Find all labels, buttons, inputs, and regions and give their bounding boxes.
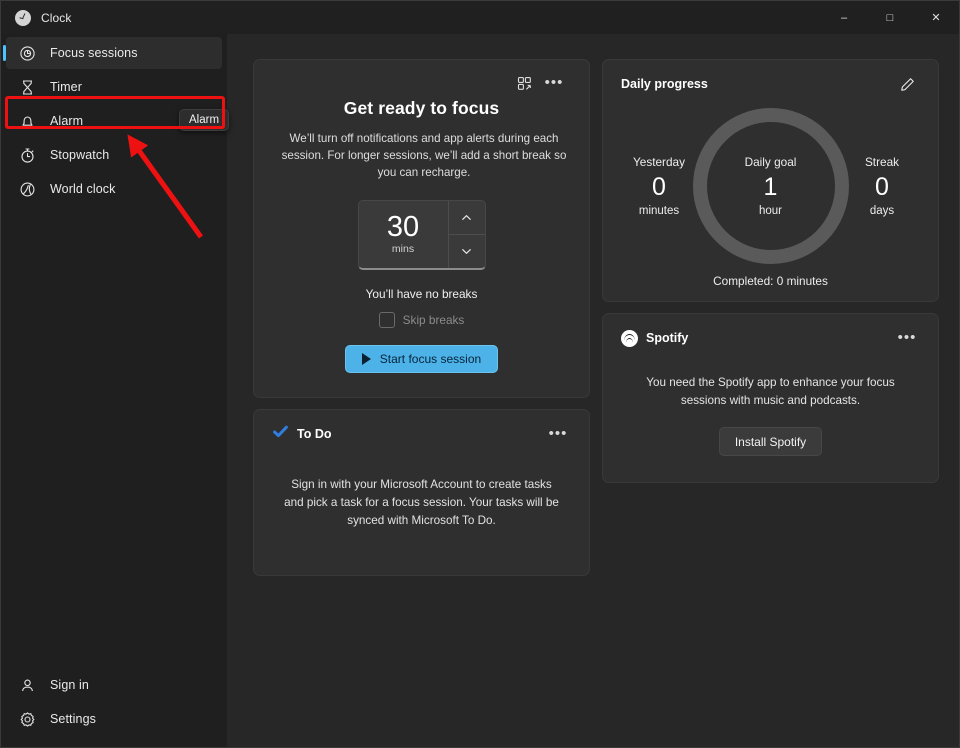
- sidebar-item-label: Settings: [50, 712, 96, 726]
- progress-card-header: Daily progress: [621, 72, 920, 96]
- stopwatch-icon: [19, 147, 36, 164]
- window-controls: – □ ✕: [821, 1, 959, 34]
- sidebar-item-sign-in[interactable]: Sign in: [6, 669, 222, 701]
- progress-card-title: Daily progress: [621, 77, 708, 91]
- progress-stats-row: Yesterday 0 minutes Daily goal 1 hour St…: [621, 106, 920, 266]
- duration-value-box[interactable]: 30 mins: [359, 201, 448, 268]
- sidebar-item-label: Stopwatch: [50, 148, 110, 162]
- skip-breaks-row[interactable]: Skip breaks: [276, 312, 567, 328]
- spotify-card-body: You need the Spotify app to enhance your…: [646, 376, 895, 407]
- minimize-button[interactable]: –: [821, 1, 867, 34]
- duration-value: 30: [386, 211, 420, 243]
- focus-session-card: ••• Get ready to focus We’ll turn off no…: [253, 59, 590, 398]
- stat-unit: minutes: [638, 205, 680, 217]
- sidebar-item-label: World clock: [50, 182, 116, 196]
- stat-value: 1: [763, 173, 778, 201]
- close-button[interactable]: ✕: [913, 1, 959, 34]
- stat-yesterday: Yesterday 0 minutes: [621, 155, 697, 217]
- stat-value: 0: [652, 173, 666, 201]
- focus-card-toolbar: •••: [276, 70, 567, 96]
- install-spotify-button[interactable]: Install Spotify: [718, 427, 823, 456]
- todo-card: To Do ••• Sign in with your Microsoft Ac…: [253, 409, 590, 576]
- gear-icon: [19, 711, 36, 728]
- sidebar-item-stopwatch[interactable]: Stopwatch: [6, 139, 222, 171]
- more-options-icon[interactable]: •••: [545, 422, 571, 446]
- start-button-wrap: Start focus session: [276, 345, 567, 373]
- sidebar-item-label: Focus sessions: [50, 46, 138, 60]
- nav-secondary-list: Sign in Settings: [1, 667, 227, 747]
- skip-breaks-label: Skip breaks: [402, 313, 465, 327]
- stat-label: Daily goal: [744, 155, 797, 169]
- daily-goal-text: Daily goal 1 hour: [745, 155, 797, 217]
- skip-breaks-checkbox[interactable]: [378, 312, 395, 328]
- maximize-button[interactable]: □: [867, 1, 913, 34]
- duration-spinner-wrap: 30 mins: [276, 200, 567, 270]
- stat-label: Streak: [864, 155, 900, 169]
- stat-value: 0: [875, 173, 889, 201]
- breaks-status-text: You’ll have no breaks: [365, 287, 478, 301]
- daily-progress-card: Daily progress Yesterday 0 minutes Daily…: [602, 59, 939, 302]
- todo-card-body: Sign in with your Microsoft Account to c…: [284, 478, 559, 527]
- sidebar-item-label: Alarm: [50, 114, 84, 128]
- world-clock-icon: [19, 181, 36, 198]
- spotify-card-title: Spotify: [646, 331, 689, 345]
- sidebar-item-timer[interactable]: Timer: [6, 71, 222, 103]
- more-options-icon[interactable]: •••: [541, 71, 567, 95]
- chevron-up-icon[interactable]: [448, 201, 485, 235]
- sidebar-item-world-clock[interactable]: World clock: [6, 173, 222, 205]
- app-title: Clock: [41, 10, 72, 25]
- app-body: Focus sessions Timer Alarm Stopwatch Wor…: [1, 34, 959, 747]
- sidebar-item-focus-sessions[interactable]: Focus sessions: [6, 37, 222, 69]
- spotify-logo-icon: [621, 329, 638, 347]
- spotify-card: Spotify ••• You need the Spotify app to …: [602, 313, 939, 483]
- focus-card-title: Get ready to focus: [343, 98, 500, 118]
- alarm-tooltip: Alarm: [179, 109, 230, 131]
- right-column: Daily progress Yesterday 0 minutes Daily…: [602, 59, 939, 483]
- more-options-icon[interactable]: •••: [894, 326, 920, 350]
- duration-stepper[interactable]: 30 mins: [357, 200, 486, 270]
- stat-label: Yesterday: [632, 155, 686, 169]
- sidebar-item-label: Sign in: [50, 678, 89, 692]
- left-column: ••• Get ready to focus We’ll turn off no…: [253, 59, 590, 576]
- stat-unit: days: [869, 205, 895, 217]
- todo-check-icon: [272, 423, 289, 445]
- sidebar-item-settings[interactable]: Settings: [6, 703, 222, 735]
- focus-sessions-icon: [19, 45, 36, 62]
- navigation-sidebar: Focus sessions Timer Alarm Stopwatch Wor…: [1, 34, 230, 747]
- title-bar: Clock – □ ✕: [1, 1, 959, 34]
- focus-card-description: We’ll turn off notifications and app ale…: [281, 132, 567, 179]
- todo-card-title: To Do: [297, 427, 332, 441]
- title-bar-left: Clock: [1, 1, 227, 34]
- sidebar-item-label: Timer: [50, 80, 82, 94]
- clock-app-window: Clock – □ ✕ Focus sessions Timer Alarm S…: [0, 0, 960, 748]
- clock-icon: [15, 9, 31, 26]
- mini-view-icon[interactable]: [511, 71, 537, 95]
- stat-streak: Streak 0 days: [844, 155, 920, 217]
- todo-card-header: To Do •••: [272, 422, 571, 446]
- stepper-buttons: [447, 201, 485, 268]
- spotify-card-header: Spotify •••: [621, 326, 920, 350]
- person-icon: [19, 677, 36, 694]
- ellipsis-glyph: •••: [897, 329, 917, 346]
- start-focus-session-button[interactable]: Start focus session: [344, 345, 499, 373]
- chevron-down-icon[interactable]: [449, 235, 485, 268]
- play-icon: [361, 353, 371, 365]
- alarm-bell-icon: [19, 113, 36, 130]
- pencil-icon[interactable]: [894, 72, 920, 96]
- duration-unit: mins: [391, 243, 415, 255]
- main-content: ••• Get ready to focus We’ll turn off no…: [227, 34, 959, 747]
- ellipsis-glyph: •••: [544, 74, 564, 91]
- stat-unit: hour: [758, 205, 783, 217]
- install-button-wrap: Install Spotify: [621, 427, 920, 456]
- start-button-label: Start focus session: [379, 352, 482, 366]
- ellipsis-glyph: •••: [548, 425, 568, 442]
- completed-text: Completed: 0 minutes: [713, 274, 828, 288]
- timer-icon: [19, 79, 36, 96]
- daily-goal-ring: Daily goal 1 hour: [692, 107, 850, 265]
